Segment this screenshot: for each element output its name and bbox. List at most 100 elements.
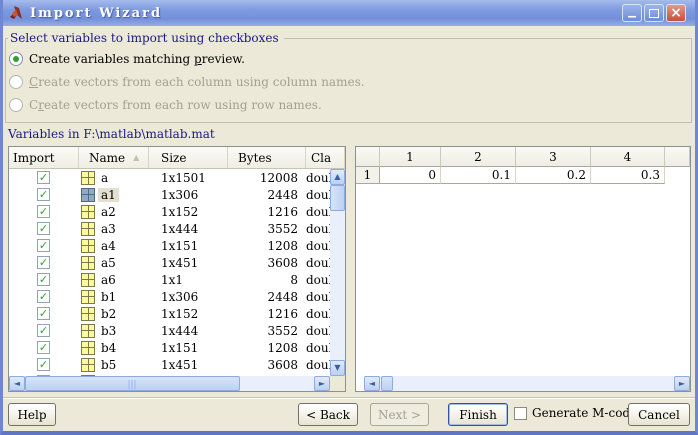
- preview-column-header[interactable]: 3: [516, 147, 591, 167]
- name-cell: b3: [79, 322, 149, 339]
- scroll-up-button[interactable]: ▲: [330, 169, 345, 185]
- import-checkbox[interactable]: ✓: [37, 324, 50, 337]
- radio-create-vectors-rows[interactable]: Create vectors from each row using row n…: [9, 93, 669, 116]
- table-row[interactable]: ✓ b5 1x451 3608 doul: [9, 356, 330, 373]
- variables-vertical-scrollbar[interactable]: ▲ ▼: [330, 169, 345, 376]
- column-header-name[interactable]: Name ▲: [79, 147, 149, 168]
- bytes-cell: 1208: [267, 238, 298, 253]
- preview-column-header[interactable]: 4: [591, 147, 665, 167]
- import-checkbox[interactable]: ✓: [37, 188, 50, 201]
- column-header-label: Name: [89, 150, 126, 165]
- import-checkbox[interactable]: ✓: [37, 358, 50, 371]
- preview-horizontal-scrollbar[interactable]: ◄ ►: [364, 376, 690, 391]
- column-header-import[interactable]: Import: [9, 147, 79, 168]
- import-checkbox[interactable]: ✓: [37, 222, 50, 235]
- preview-column-header[interactable]: 2: [441, 147, 516, 167]
- radio-dot-icon: [13, 55, 19, 62]
- table-row[interactable]: ✓ a4 1x151 1208 doul: [9, 237, 330, 254]
- check-icon: ✓: [38, 341, 49, 354]
- matrix-variable-icon: [81, 357, 95, 372]
- matrix-variable-icon: [81, 272, 95, 287]
- size-cell: 1x152: [161, 306, 199, 321]
- name-cell: b4: [79, 339, 149, 356]
- table-row[interactable]: ✓ a2 1x152 1216 doul: [9, 203, 330, 220]
- column-header-size[interactable]: Size: [149, 147, 228, 168]
- radio-selected-icon[interactable]: [9, 51, 23, 66]
- radio-options: Create variables matching preview. Create…: [9, 47, 669, 116]
- minimize-button[interactable]: ▁: [622, 4, 642, 22]
- class-cell: doul: [306, 238, 330, 253]
- table-row[interactable]: ✓ a5 1x451 3608 doul: [9, 254, 330, 271]
- back-button[interactable]: < Back: [298, 403, 358, 426]
- scroll-right-icon: ►: [318, 378, 326, 388]
- generate-mcode-checkbox[interactable]: [514, 407, 527, 420]
- radio-create-vectors-columns[interactable]: Create vectors from each column using co…: [9, 70, 669, 93]
- import-checkbox[interactable]: ✓: [37, 171, 50, 184]
- window-title: Import Wizard: [30, 5, 163, 21]
- table-row[interactable]: ✓ a1 1x306 2448 doul: [9, 186, 330, 203]
- horizontal-scrollbar-thumb[interactable]: [381, 376, 393, 391]
- column-header-cla[interactable]: Cla: [306, 147, 345, 168]
- table-row[interactable]: ✓ a 1x1501 12008 doul: [9, 169, 330, 186]
- table-row[interactable]: ✓ b3 1x444 3552 doul: [9, 322, 330, 339]
- table-row[interactable]: ✓ a3 1x444 3552 doul: [9, 220, 330, 237]
- scroll-left-button[interactable]: ◄: [364, 376, 380, 391]
- maximize-button[interactable]: [644, 4, 664, 22]
- radio-icon[interactable]: [9, 97, 23, 112]
- matrix-variable-icon: [81, 204, 95, 219]
- import-checkbox[interactable]: ✓: [37, 273, 50, 286]
- titlebar[interactable]: Import Wizard ▁ ×: [3, 0, 695, 26]
- preview-column-header[interactable]: 1: [380, 147, 441, 167]
- name-cell: a6: [79, 271, 149, 288]
- matrix-variable-icon: [81, 170, 95, 185]
- scroll-down-icon: ▼: [334, 363, 341, 372]
- preview-header-filler: [665, 147, 690, 167]
- variables-rows: ✓ a 1x1501 12008 doul ✓ a1 1x306 2448 doul ✓ a2 1x15…: [9, 169, 330, 376]
- size-cell: 1x451: [161, 255, 199, 270]
- import-cell: ✓: [9, 271, 79, 288]
- vertical-scrollbar-thumb[interactable]: [330, 185, 345, 211]
- radio-icon[interactable]: [9, 74, 23, 89]
- cancel-button[interactable]: Cancel: [628, 403, 690, 426]
- import-checkbox[interactable]: ✓: [37, 307, 50, 320]
- help-button[interactable]: Help: [8, 403, 56, 426]
- import-checkbox[interactable]: ✓: [37, 205, 50, 218]
- preview-row-header: 1: [356, 167, 380, 184]
- table-row[interactable]: ✓ b2 1x152 1216 doul: [9, 305, 330, 322]
- option-text-pre: Create variables matching: [29, 51, 195, 66]
- finish-button[interactable]: Finish: [448, 403, 508, 426]
- generate-mcode-label: Generate M-code: [532, 406, 638, 420]
- variable-name: b2: [101, 306, 117, 321]
- bytes-cell: 1216: [267, 306, 298, 321]
- import-checkbox[interactable]: ✓: [37, 239, 50, 252]
- variable-name: a2: [101, 204, 116, 219]
- bytes-cell: 3552: [267, 323, 298, 338]
- scroll-right-button[interactable]: ►: [314, 376, 330, 391]
- import-checkbox[interactable]: ✓: [37, 290, 50, 303]
- variables-horizontal-scrollbar[interactable]: ◄ ►: [9, 376, 330, 391]
- horizontal-scrollbar-thumb[interactable]: [25, 376, 240, 391]
- bytes-cell: 3552: [267, 221, 298, 236]
- variable-name: a4: [101, 238, 116, 253]
- name-cell: b2: [79, 305, 149, 322]
- table-row[interactable]: ✓ b1 1x306 2448 doul: [9, 288, 330, 305]
- next-button[interactable]: Next >: [370, 403, 429, 426]
- scroll-left-button[interactable]: ◄: [9, 376, 25, 391]
- matrix-variable-icon: [81, 238, 95, 253]
- scroll-down-button[interactable]: ▼: [330, 360, 345, 376]
- import-checkbox[interactable]: ✓: [37, 341, 50, 354]
- scroll-left-icon: ◄: [368, 378, 376, 388]
- preview-data-row: 1 0 0.1 0.2 0.3: [356, 167, 690, 184]
- close-button[interactable]: ×: [666, 4, 686, 22]
- check-icon: ✓: [38, 358, 49, 371]
- import-checkbox[interactable]: ✓: [37, 256, 50, 269]
- name-cell: a3: [79, 220, 149, 237]
- variables-panel: Import Name ▲ Size Bytes Cla ✓ a 1x1501 12008 dou…: [8, 146, 346, 392]
- option-text-post: review.: [201, 51, 245, 66]
- maximize-icon: [649, 8, 659, 18]
- table-row[interactable]: ✓ b4 1x151 1208 doul: [9, 339, 330, 356]
- table-row[interactable]: ✓ a6 1x1 8 doul: [9, 271, 330, 288]
- scroll-right-button[interactable]: ►: [674, 376, 690, 391]
- radio-create-matching-preview[interactable]: Create variables matching preview.: [9, 47, 669, 70]
- column-header-bytes[interactable]: Bytes: [228, 147, 306, 168]
